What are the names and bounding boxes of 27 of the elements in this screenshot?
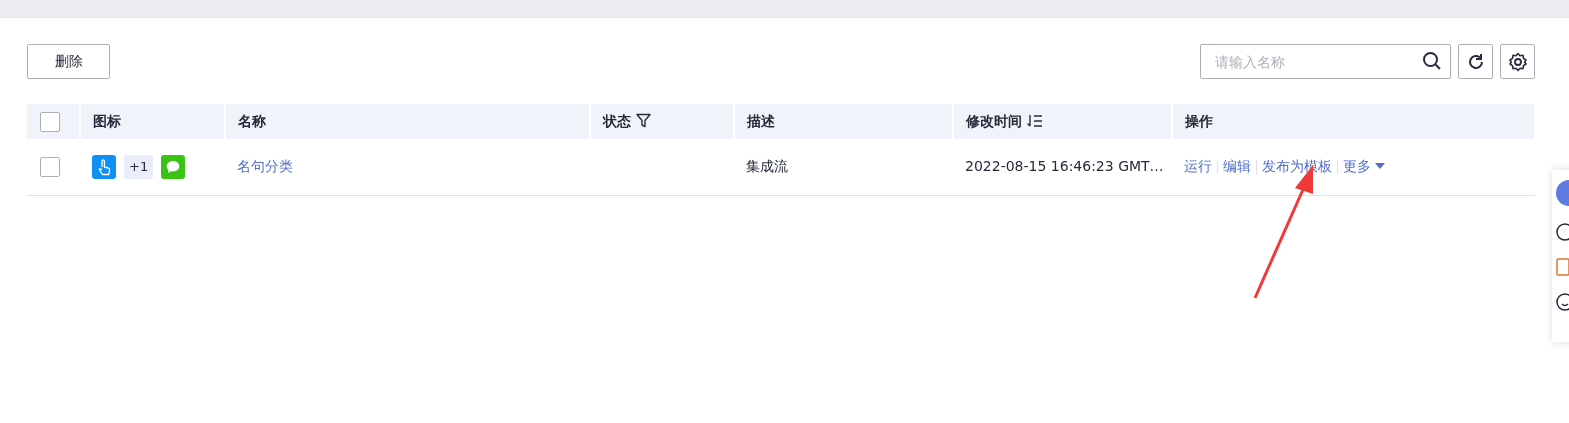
column-header: 修改时间 (966, 113, 1022, 129)
column-header: 名称 (238, 113, 266, 129)
caret-icon[interactable] (1375, 163, 1386, 170)
sort-icon[interactable] (1026, 114, 1043, 128)
checkbox[interactable] (40, 111, 60, 132)
smile-icon[interactable] (1556, 293, 1569, 311)
chat-bubble-icon (161, 154, 186, 179)
column-header: 描述 (747, 113, 775, 129)
checkbox[interactable] (40, 156, 60, 177)
refresh-button[interactable] (1458, 44, 1493, 79)
action-link[interactable]: 编辑 (1223, 158, 1251, 175)
filter-icon[interactable] (635, 113, 651, 128)
column-header: 图标 (93, 113, 121, 129)
search-icon[interactable] (1422, 51, 1442, 71)
settings-button[interactable] (1500, 44, 1535, 79)
table-cell: 集成流 (746, 158, 788, 175)
column-header: 操作 (1185, 113, 1213, 129)
count-badge: +1 (124, 155, 154, 179)
action-link[interactable]: 运行 (1184, 158, 1212, 175)
name-link[interactable]: 名句分类 (237, 158, 293, 175)
table-cell: 2022-08-15 16:46:23 GMT… (965, 158, 1164, 175)
hand-pointer-icon (92, 154, 116, 179)
more-dropdown[interactable]: 更多 (1343, 158, 1386, 175)
settings-icon[interactable] (1507, 51, 1528, 72)
delete-button[interactable]: 删除 (27, 44, 110, 79)
search-field[interactable]: 请输入名称 (1200, 44, 1451, 79)
column-header: 状态 (603, 113, 631, 129)
